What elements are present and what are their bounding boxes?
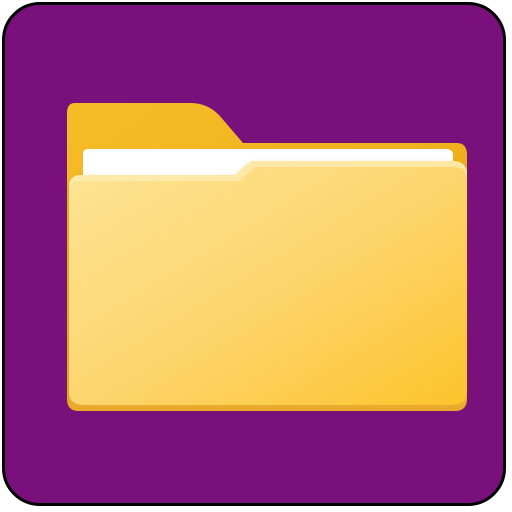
app-icon[interactable] [2, 2, 506, 506]
folder-icon [65, 99, 469, 417]
folder-front [69, 161, 467, 405]
